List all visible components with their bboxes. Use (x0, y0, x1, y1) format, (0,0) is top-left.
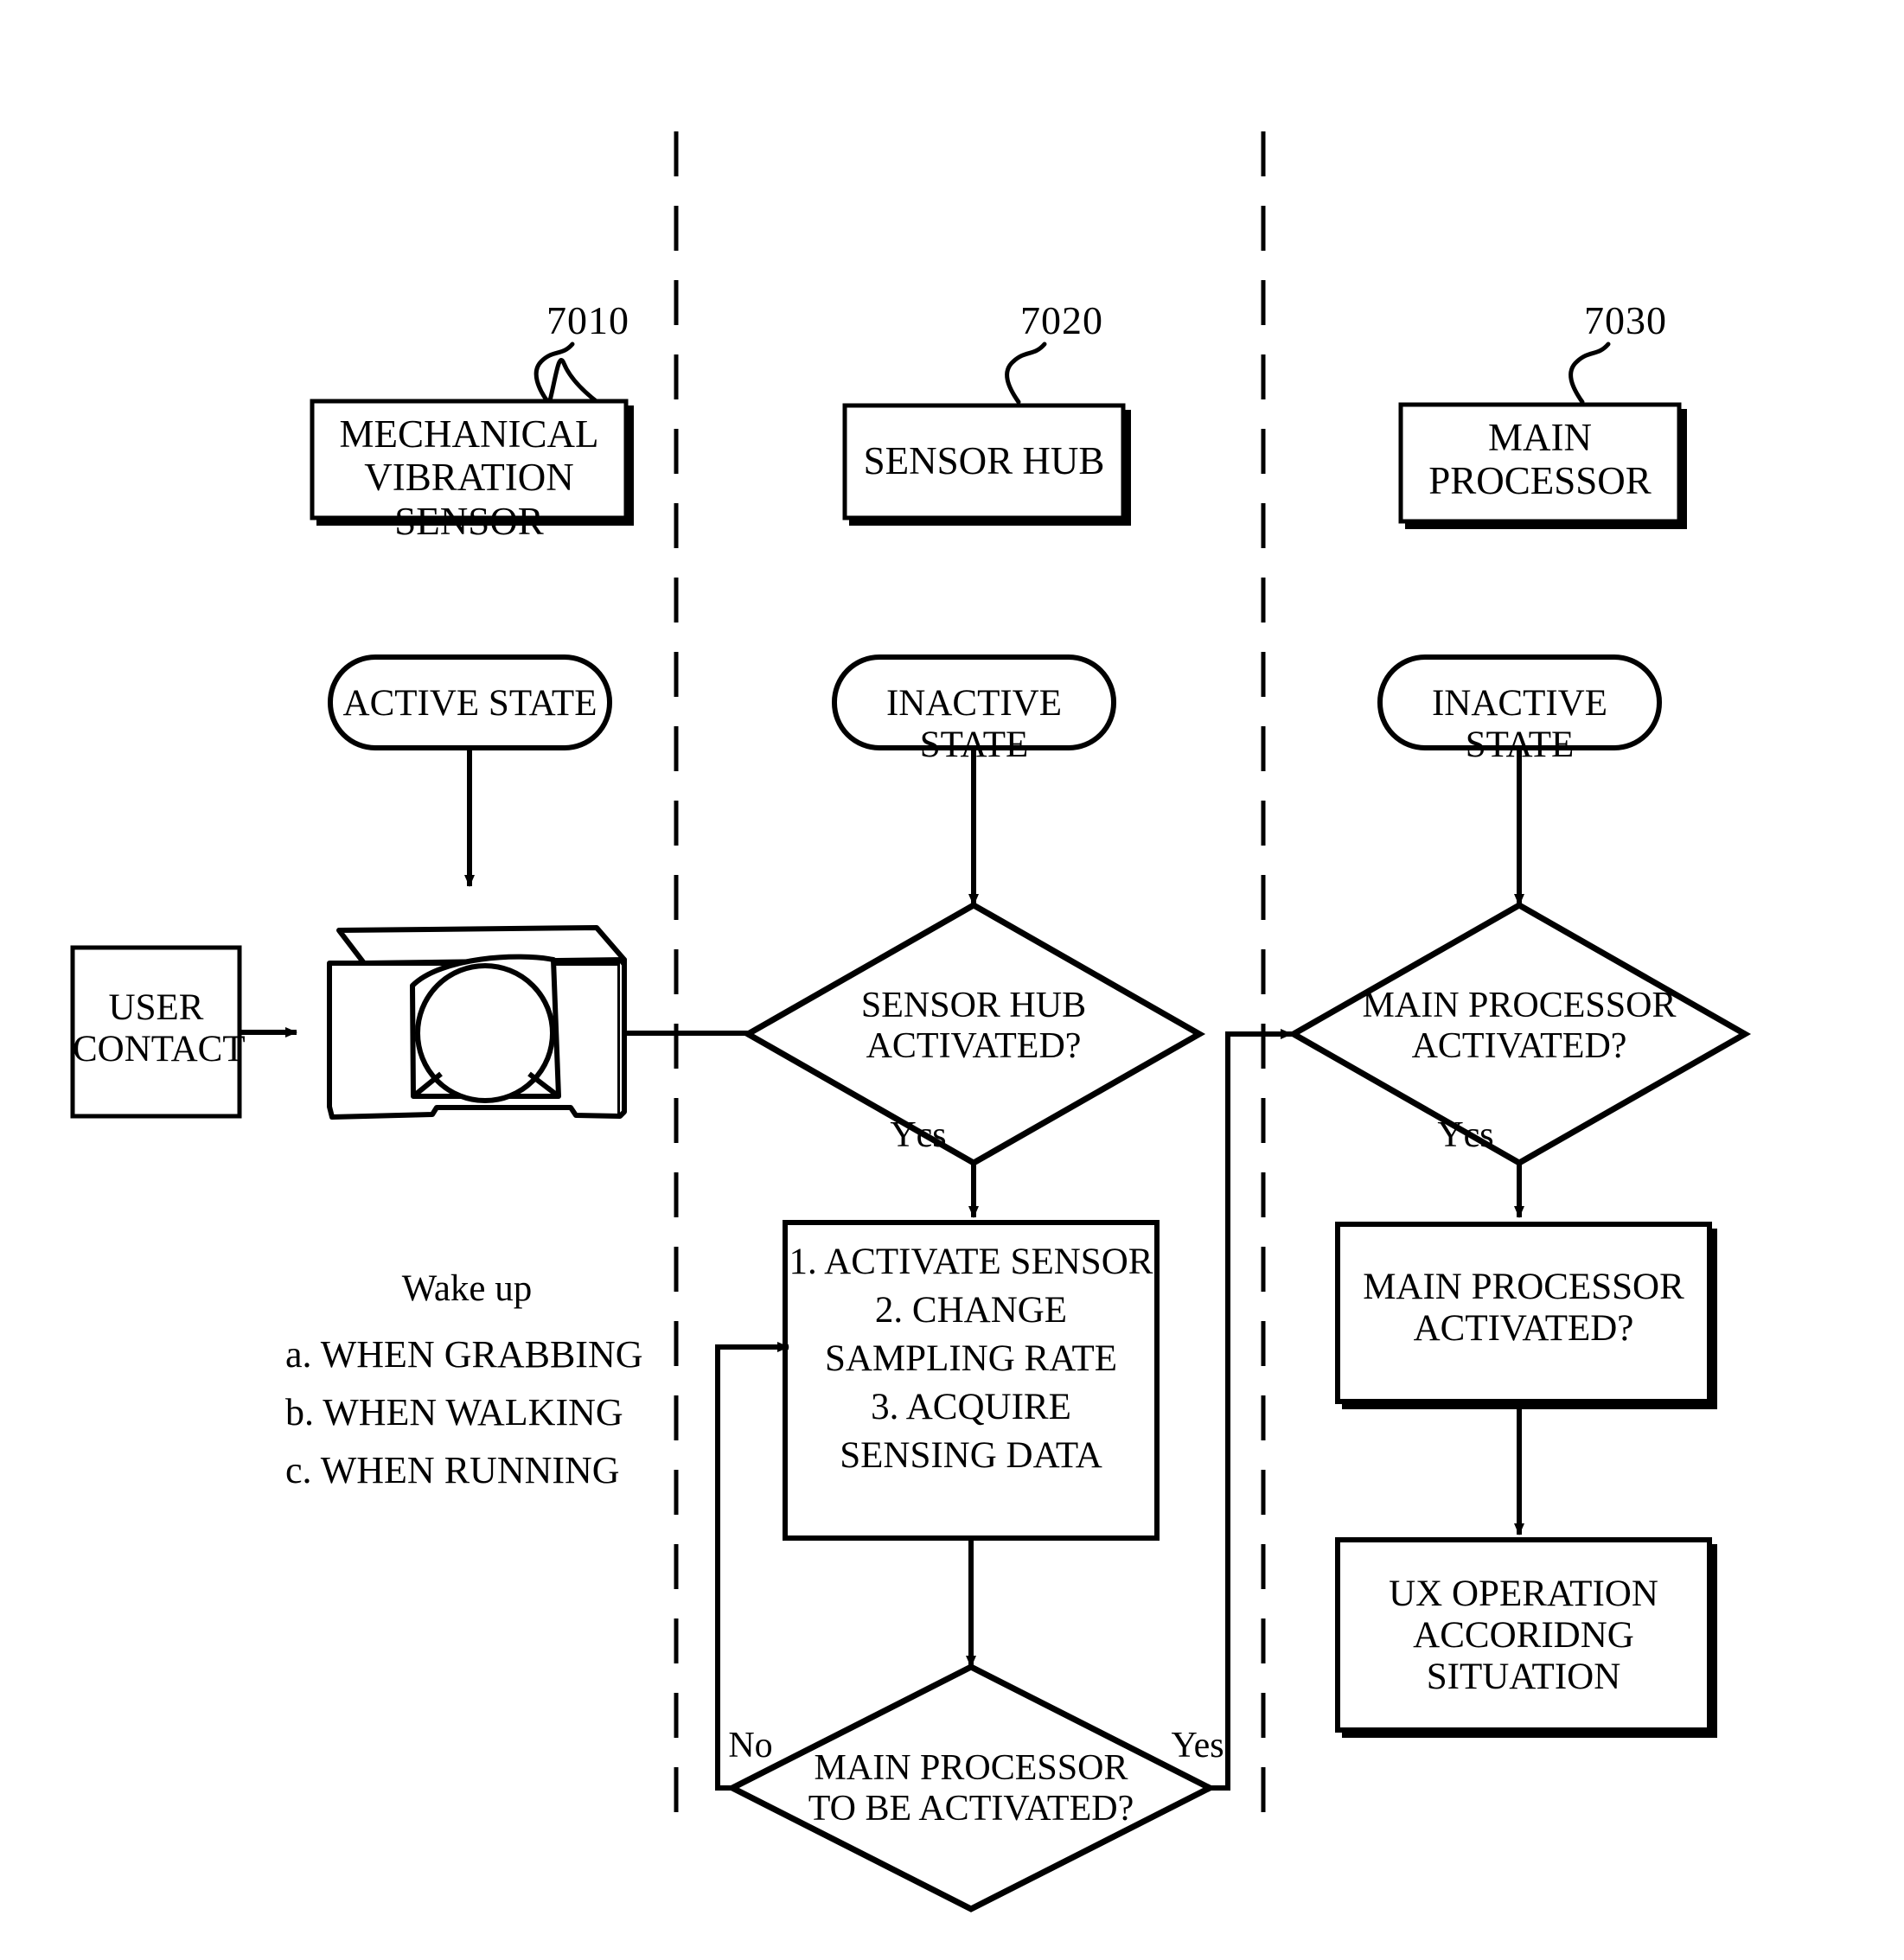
wake-up-item-c: c. WHEN RUNNING (285, 1449, 620, 1491)
wake-up-item-a: a. WHEN GRABBING (285, 1333, 643, 1376)
label-diamond-sensor-hub-activated: SENSOR HUB ACTIVATED? (860, 986, 1087, 1067)
header-label-sensor-hub: SENSOR HUB (863, 439, 1105, 482)
ref-numeral-7010: 7010 (546, 298, 629, 342)
ref-numeral-7020: 7020 (1020, 298, 1103, 342)
header-label-mechanical-vibration-sensor: MECHANICAL VIBRATION SENSOR (339, 412, 599, 543)
branch-label-hub-yes: Ycs (890, 1115, 947, 1155)
state-label-inactive-main: INACTIVE STATE (1431, 683, 1607, 766)
branch-label-no: No (728, 1726, 773, 1765)
leader-line-7030-path (1569, 342, 1611, 405)
ref-numeral-7030: 7030 (1584, 298, 1667, 342)
wake-up-title: Wake up (401, 1268, 533, 1309)
label-diamond-main-processor-to-be-activated: MAIN PROCESSOR TO BE ACTIVATED? (808, 1748, 1134, 1829)
state-label-inactive-hub: INACTIVE STATE (885, 683, 1062, 766)
feedback-loop-no (715, 1344, 778, 1791)
label-user-contact: USER CONTACT (73, 987, 246, 1070)
state-label-active: ACTIVE STATE (342, 683, 597, 724)
patent-figure-page: 7010 7020 7030 MECHANICAL VIBRATION SENS… (0, 0, 1904, 1960)
label-sensor-hub-process-steps: 1. ACTIVATE SENSOR 2. CHANGE SAMPLING RA… (789, 1242, 1153, 1476)
mechanical-vibration-sensor-illustration (327, 925, 627, 1120)
yes-branch-to-main-processor (1210, 1031, 1264, 1791)
label-box-ux-operation: UX OPERATION ACCORIDNG SITUATION (1389, 1574, 1658, 1698)
label-box-main-processor-activated: MAIN PROCESSOR ACTIVATED? (1363, 1267, 1684, 1350)
label-diamond-main-processor-activated: MAIN PROCESSOR ACTIVATED? (1362, 986, 1677, 1067)
wake-up-item-b: b. WHEN WALKING (285, 1391, 623, 1433)
branch-label-main-yes: Ycs (1437, 1115, 1494, 1155)
branch-label-yes: Yes (1171, 1726, 1224, 1765)
header-label-main-processor: MAIN PROCESSOR (1428, 416, 1652, 503)
leader-line-7020-path (1005, 342, 1047, 405)
